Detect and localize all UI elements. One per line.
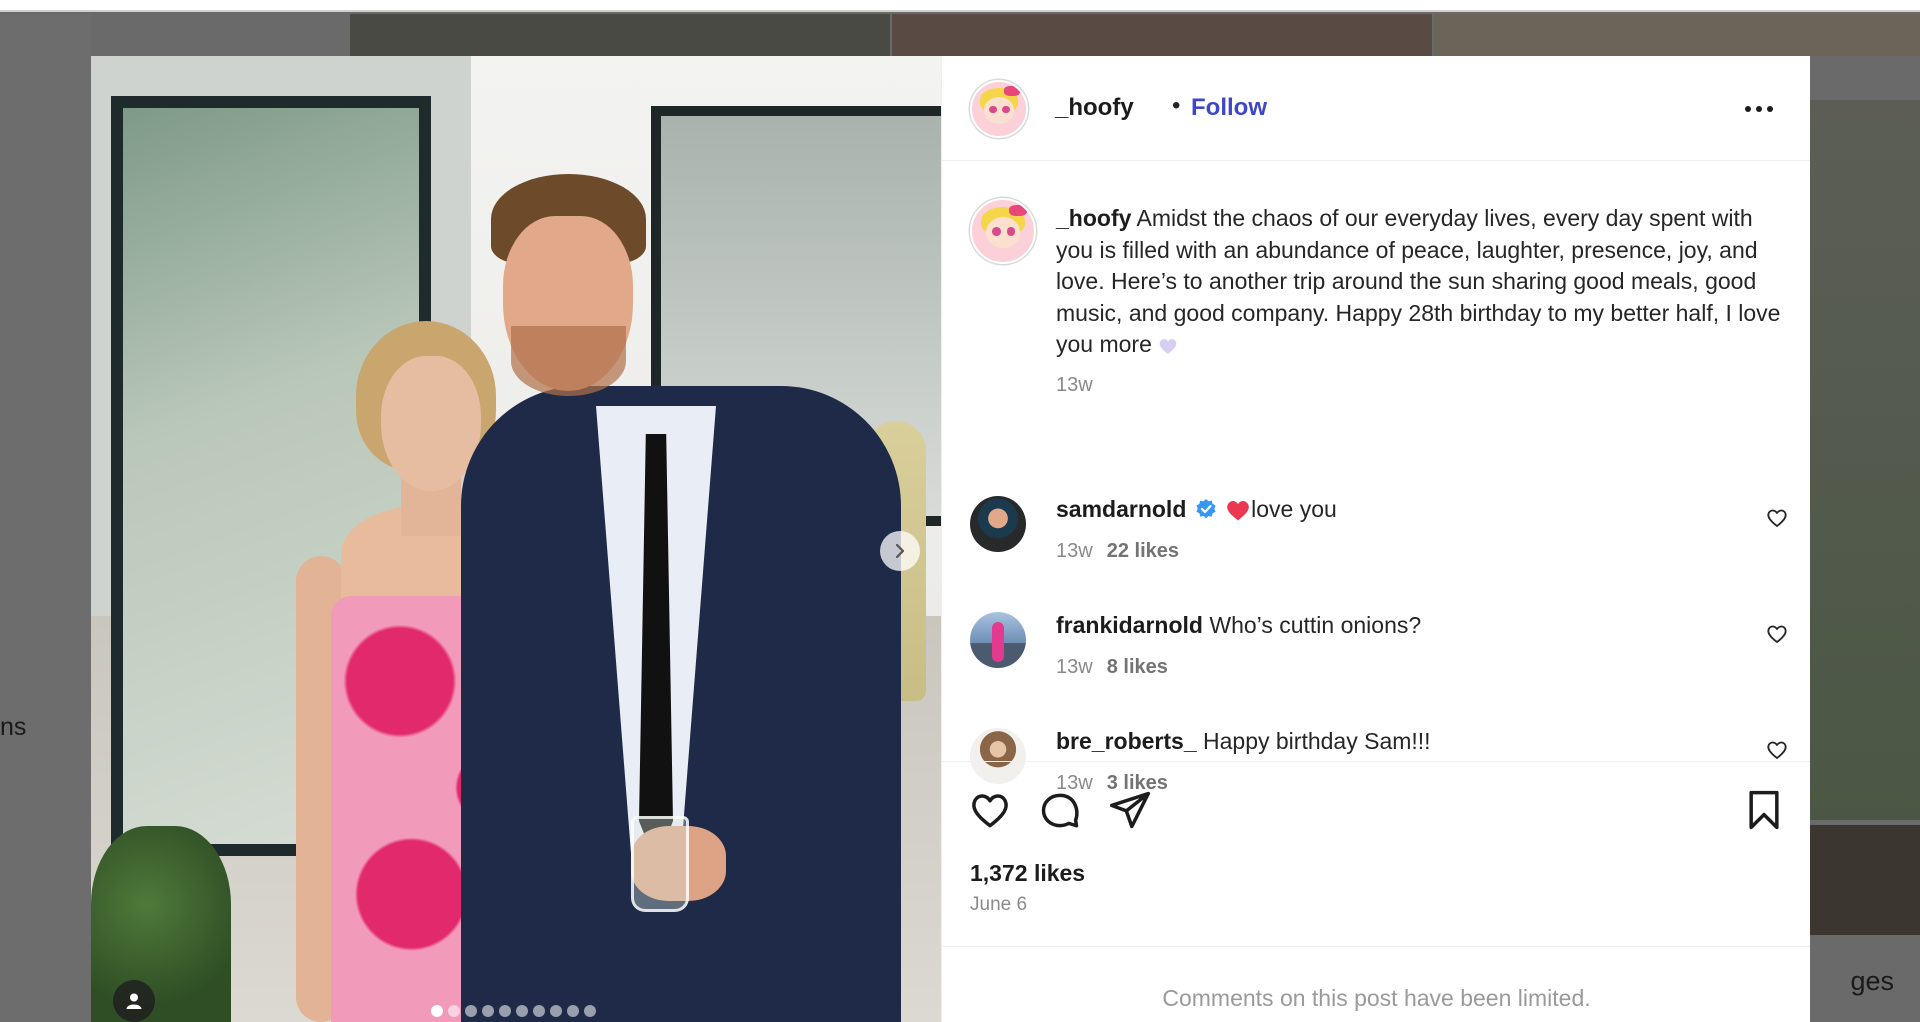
carousel-dot xyxy=(584,1005,596,1017)
author-username[interactable]: _hoofy xyxy=(1055,94,1134,122)
carousel-indicator xyxy=(431,1005,596,1017)
purple-heart-icon xyxy=(1159,338,1177,354)
caption-timestamp: 13w xyxy=(1056,374,1093,396)
comment-item: samdarnold love you 13w 22 likes xyxy=(942,496,1810,596)
post-date: June 6 xyxy=(970,894,1028,915)
carousel-dot xyxy=(499,1005,511,1017)
photo-man-beard xyxy=(511,326,626,396)
like-heart-icon[interactable] xyxy=(968,788,1012,832)
bookmark-icon[interactable] xyxy=(1742,788,1786,832)
browser-top-edge xyxy=(0,0,1920,12)
background-tile xyxy=(350,14,890,56)
post-header: _hoofy • Follow xyxy=(942,56,1810,161)
user-icon xyxy=(126,993,142,1009)
heart-outline-icon[interactable] xyxy=(1765,506,1789,530)
background-label-fragment: ns xyxy=(0,713,27,741)
post-photo[interactable] xyxy=(91,56,941,1022)
caption-text: Amidst the chaos of our everyday lives, … xyxy=(1056,205,1781,357)
commenter-username[interactable]: bre_roberts_ xyxy=(1056,728,1197,754)
carousel-dot xyxy=(567,1005,579,1017)
post-modal: _hoofy • Follow _hoofy Amidst the chaos … xyxy=(91,56,1810,1022)
background-tile xyxy=(0,14,91,1022)
carousel-dot xyxy=(533,1005,545,1017)
comment-meta: 13w 22 likes xyxy=(1056,540,1179,563)
comment-item: frankidarnold Who’s cuttin onions? 13w 8 … xyxy=(942,612,1810,712)
comment-text: bre_roberts_ Happy birthday Sam!!! xyxy=(1056,728,1431,755)
comment-text: samdarnold love you xyxy=(1056,496,1337,523)
carousel-dot xyxy=(516,1005,528,1017)
carousel-dot xyxy=(465,1005,477,1017)
carousel-dot xyxy=(550,1005,562,1017)
separator-dot: • xyxy=(1172,92,1181,119)
comments-limited-notice: Comments on this post have been limited. xyxy=(942,946,1810,1022)
background-tile xyxy=(892,14,1432,56)
likes-count[interactable]: 1,372 likes xyxy=(970,860,1085,887)
comment-meta: 13w 8 likes xyxy=(1056,656,1168,679)
heart-outline-icon[interactable] xyxy=(1765,738,1789,762)
comment-likes[interactable]: 8 likes xyxy=(1107,656,1168,678)
follow-button[interactable]: Follow xyxy=(1191,94,1267,122)
commenter-username[interactable]: samdarnold xyxy=(1056,496,1186,522)
author-avatar[interactable] xyxy=(970,80,1028,138)
comment-body: Happy birthday Sam!!! xyxy=(1196,728,1431,754)
background-tile xyxy=(1810,100,1920,820)
comment-likes[interactable]: 22 likes xyxy=(1107,540,1179,562)
more-options-icon[interactable] xyxy=(1745,102,1777,116)
carousel-next-button[interactable] xyxy=(880,531,920,571)
comments-limited-text: Comments on this post have been limited. xyxy=(1162,985,1591,1011)
carousel-dot xyxy=(482,1005,494,1017)
comment-text: frankidarnold Who’s cuttin onions? xyxy=(1056,612,1421,639)
verified-badge-icon xyxy=(1196,499,1216,519)
carousel-dot xyxy=(448,1005,460,1017)
caption-author-avatar[interactable] xyxy=(970,198,1036,264)
photo-bush xyxy=(91,826,231,1022)
caption-username[interactable]: _hoofy xyxy=(1056,205,1131,231)
background-tile xyxy=(1434,14,1920,56)
share-send-icon[interactable] xyxy=(1108,788,1152,832)
comment-timestamp: 13w xyxy=(1056,656,1093,678)
background-tile xyxy=(1810,825,1920,935)
post-caption: _hoofy Amidst the chaos of our everyday … xyxy=(1056,203,1791,361)
comment-timestamp: 13w xyxy=(1056,540,1093,562)
tagged-users-button[interactable] xyxy=(113,980,155,1022)
post-details-panel: _hoofy • Follow _hoofy Amidst the chaos … xyxy=(941,56,1810,1022)
heart-outline-icon[interactable] xyxy=(1765,622,1789,646)
comment-body: Who’s cuttin onions? xyxy=(1202,612,1422,638)
carousel-dot xyxy=(431,1005,443,1017)
red-heart-icon xyxy=(1227,500,1249,521)
photo-glass xyxy=(631,816,689,912)
background-label-fragment: ges xyxy=(1850,966,1894,996)
commenter-avatar[interactable] xyxy=(970,496,1026,552)
comment-bubble-icon[interactable] xyxy=(1038,788,1082,832)
comment-body: love you xyxy=(1251,496,1337,522)
chevron-right-icon xyxy=(895,543,905,559)
commenter-avatar[interactable] xyxy=(970,612,1026,668)
commenter-username[interactable]: frankidarnold xyxy=(1056,612,1203,638)
